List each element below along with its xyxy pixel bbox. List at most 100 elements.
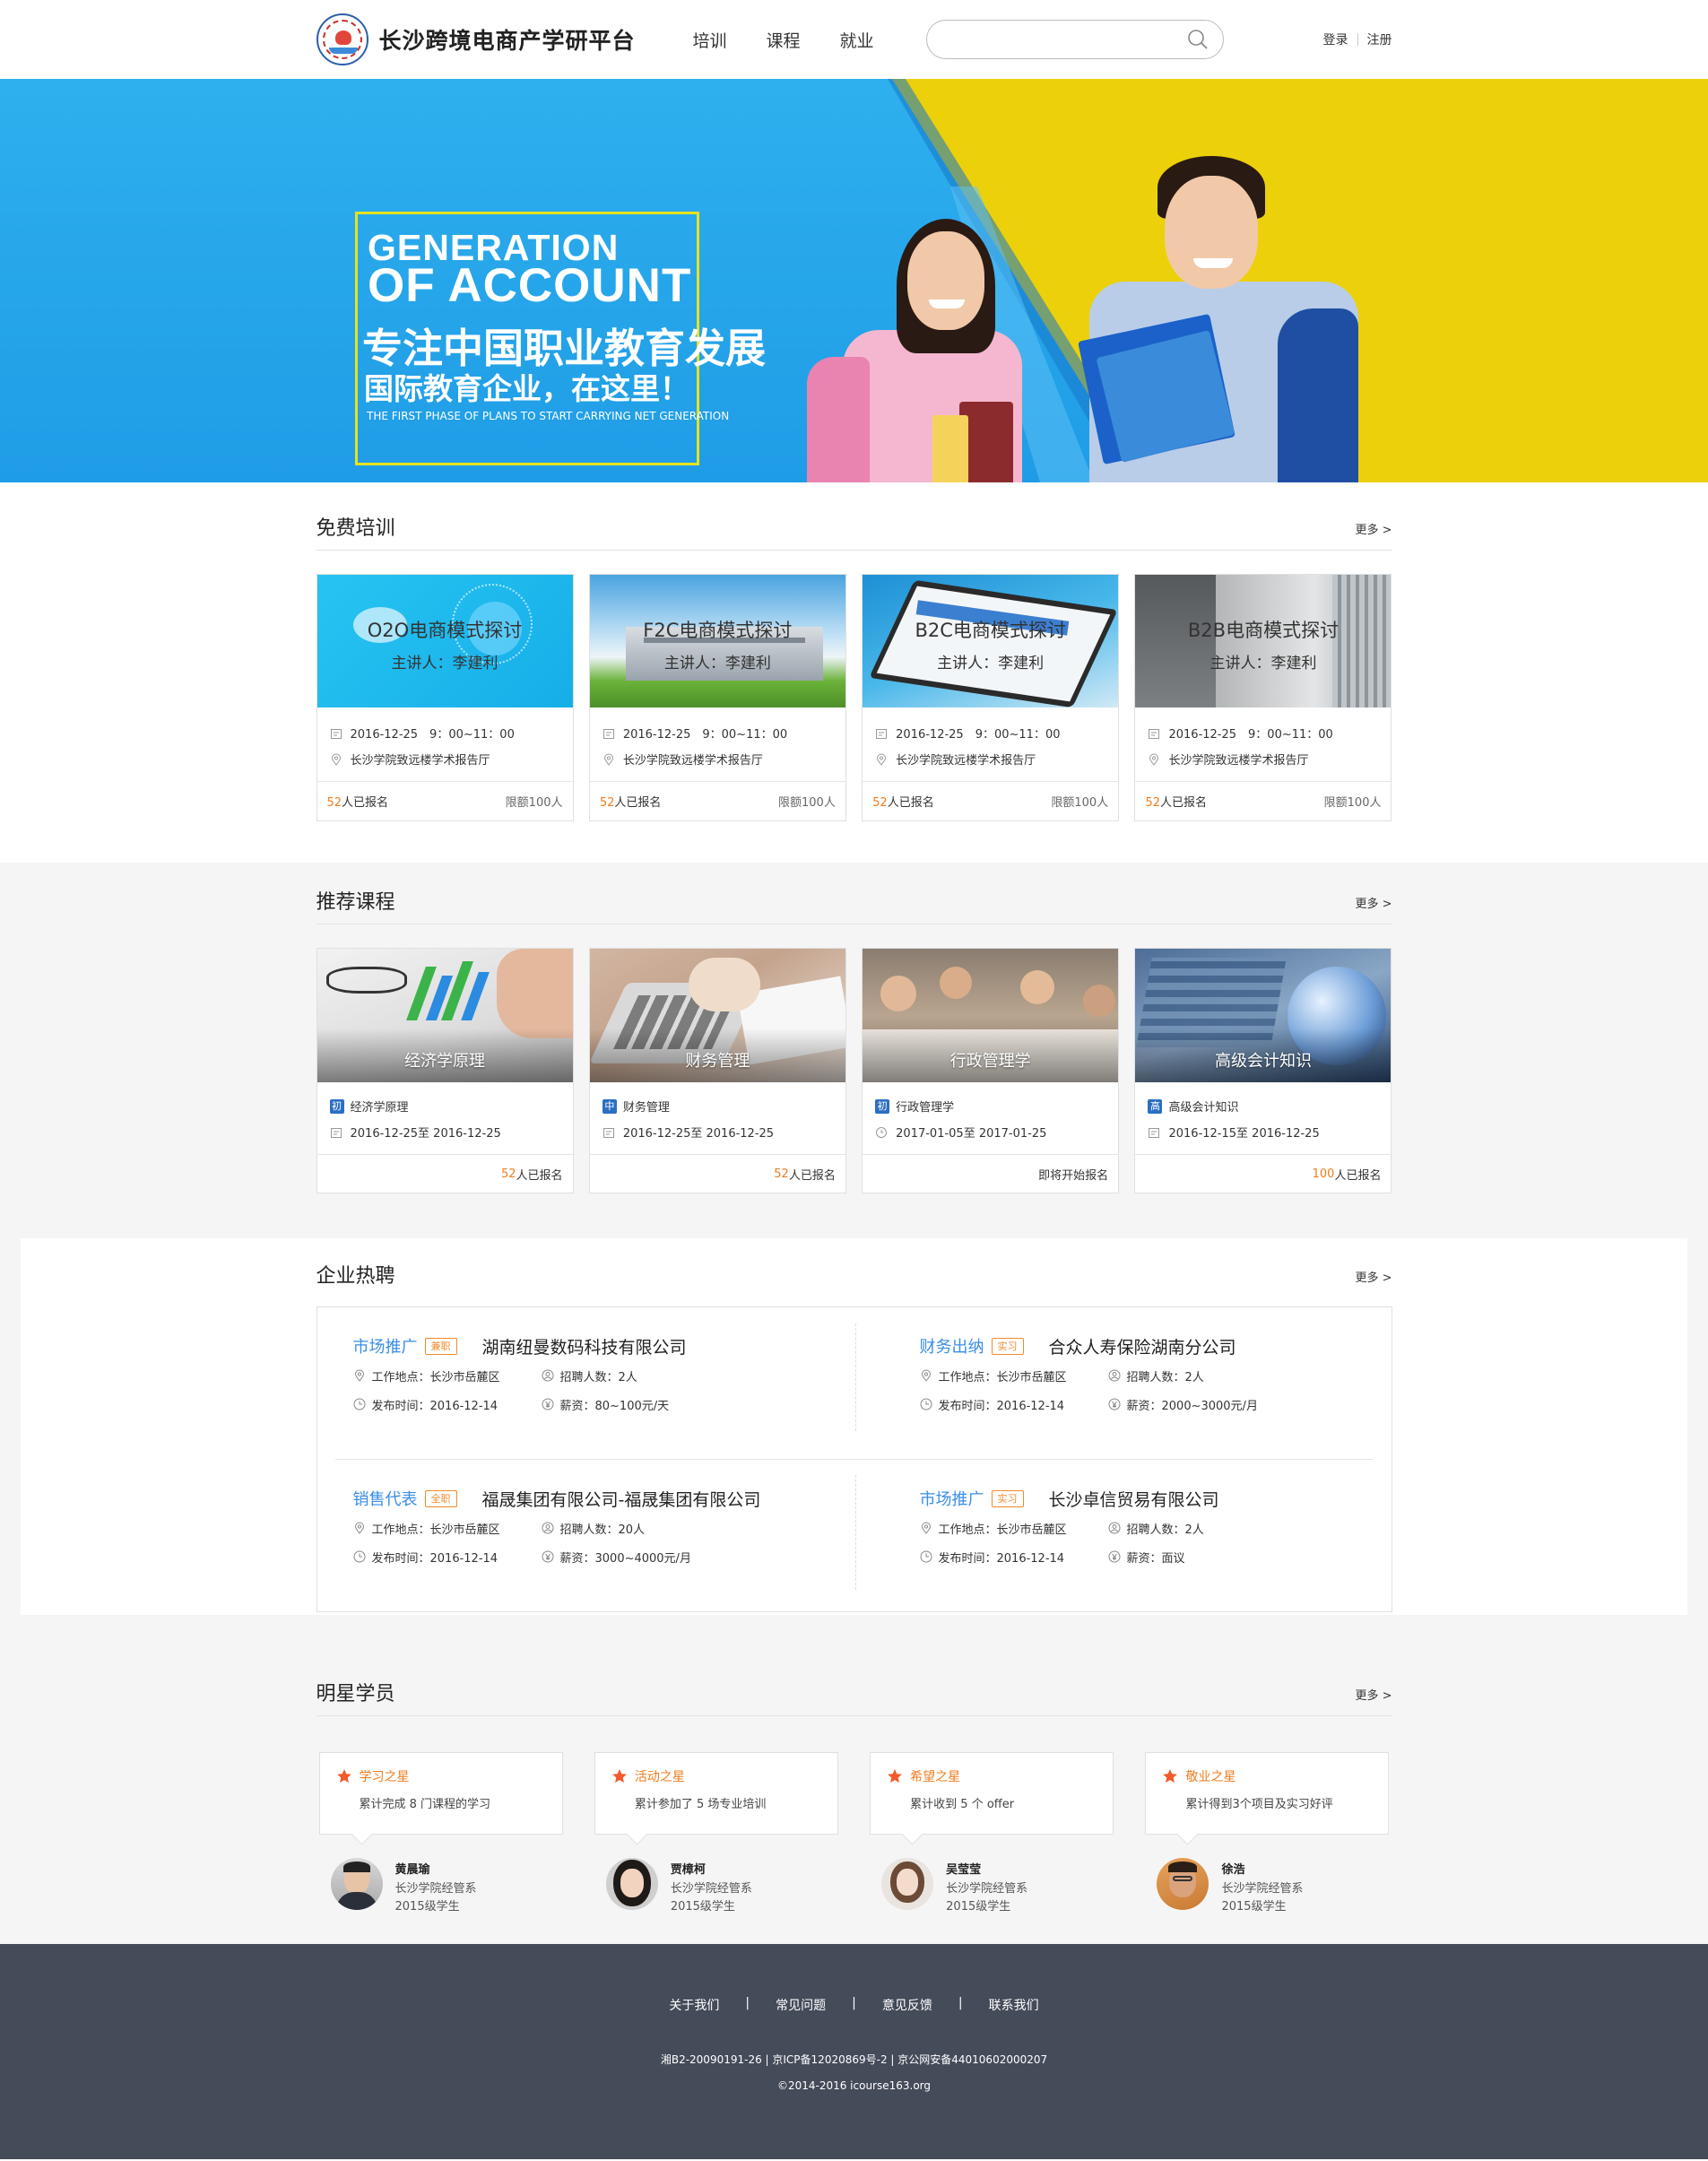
training-limit: 限额100人 bbox=[1323, 796, 1382, 810]
star-student[interactable]: 学习之星 累计完成 8 门课程的学习 黄晨瑜 长沙学院经管系 2015级学生 bbox=[318, 1752, 563, 1916]
banner-heading-2: OF ACCOUNT bbox=[368, 259, 692, 312]
star-grade: 2015级学生 bbox=[946, 1900, 1011, 1914]
star-student[interactable]: 希望之星 累计收到 5 个 offer 吴莹莹 长沙学院经管系 2015级学生 bbox=[870, 1752, 1114, 1916]
job-company[interactable]: 长沙卓信贸易有限公司 bbox=[1049, 1487, 1219, 1511]
avatar[interactable] bbox=[1157, 1858, 1209, 1910]
training-place: 长沙学院致远楼学术报告厅 bbox=[1168, 754, 1309, 768]
main-nav: 培训 课程 就业 bbox=[693, 28, 874, 52]
job-location: 工作地点：长沙市岳麓区 bbox=[371, 1523, 500, 1537]
auth-links: 登录 注册 bbox=[1323, 30, 1392, 48]
stars-title: 明星学员 bbox=[316, 1683, 395, 1705]
stars-more-link[interactable]: 更多 > bbox=[1355, 1686, 1392, 1706]
location-icon bbox=[603, 753, 613, 766]
yen-icon bbox=[542, 1398, 553, 1410]
login-link[interactable]: 登录 bbox=[1323, 30, 1348, 48]
clock-icon bbox=[920, 1398, 932, 1410]
courses-more-link[interactable]: 更多 > bbox=[1355, 894, 1392, 915]
footer-license: 湘B2-20090191-26 | 京ICP备12020869号-2 | 京公网… bbox=[660, 2053, 1048, 2066]
training-time: 2016-12-25 9：00~11：00 bbox=[896, 728, 1061, 742]
job-item[interactable]: 市场推广 兼职 湖南纽曼数码科技有限公司 工作地点：长沙市岳麓区 招聘人数：2人… bbox=[353, 1334, 819, 1419]
location-icon bbox=[921, 1369, 931, 1382]
jobs-header: 企业热聘 更多 > bbox=[316, 1238, 1392, 1297]
star-school: 长沙学院经管系 bbox=[1221, 1882, 1304, 1896]
training-card[interactable]: F2C电商模式探讨 主讲人：李建利 2016-12-25 9：00~11：00 … bbox=[588, 574, 846, 821]
job-position[interactable]: 市场推广 bbox=[920, 1487, 984, 1510]
location-icon bbox=[1149, 753, 1159, 766]
training-thumb: B2B电商模式探讨 主讲人：李建利 bbox=[1135, 575, 1392, 707]
training-thumb-title: O2O电商模式探讨 bbox=[367, 620, 523, 641]
job-hires: 招聘人数：20人 bbox=[559, 1523, 646, 1537]
nav-training[interactable]: 培训 bbox=[693, 28, 727, 52]
training-card[interactable]: B2C电商模式探讨 主讲人：李建利 2016-12-25 9：00~11：00 … bbox=[862, 574, 1120, 821]
course-level-badge: 初 bbox=[875, 1098, 890, 1114]
nav-jobs[interactable]: 就业 bbox=[840, 28, 874, 52]
hero-banner[interactable]: GENERATION OF ACCOUNT 专注中国职业教育发展 国际教育企业，… bbox=[0, 79, 1708, 482]
course-card[interactable]: 财务管理 中财务管理 2016-12-25至 2016-12-25 52 人已报名 bbox=[588, 948, 846, 1193]
course-thumb-caption: 行政管理学 bbox=[949, 1052, 1031, 1071]
job-item[interactable]: 市场推广 实习 长沙卓信贸易有限公司 工作地点：长沙市岳麓区 招聘人数：2人 发… bbox=[920, 1487, 1386, 1571]
search-box bbox=[925, 20, 1224, 59]
avatar[interactable] bbox=[881, 1858, 934, 1910]
job-date: 发布时间：2016-12-14 bbox=[371, 1399, 499, 1413]
training-limit: 限额100人 bbox=[1051, 796, 1109, 810]
job-position[interactable]: 销售代表 bbox=[353, 1487, 418, 1510]
job-item[interactable]: 财务出纳 实习 合众人寿保险湖南分公司 工作地点：长沙市岳麓区 招聘人数：2人 … bbox=[920, 1334, 1386, 1419]
footer-link-faq[interactable]: 常见问题 bbox=[776, 1996, 826, 2014]
job-position[interactable]: 财务出纳 bbox=[920, 1334, 984, 1358]
avatar[interactable] bbox=[605, 1858, 658, 1910]
nav-courses[interactable]: 课程 bbox=[767, 28, 801, 52]
calendar-icon bbox=[1149, 728, 1160, 739]
training-thumb-host: 主讲人：李建利 bbox=[937, 655, 1045, 673]
training-limit: 限额100人 bbox=[778, 796, 836, 810]
course-card[interactable]: 经济学原理 初经济学原理 2016-12-25至 2016-12-25 52 人已… bbox=[316, 948, 574, 1193]
course-card[interactable]: 高级会计知识 高高级会计知识 2016-12-15至 2016-12-25 10… bbox=[1134, 948, 1392, 1193]
star-school: 长沙学院经管系 bbox=[670, 1882, 752, 1896]
course-thumb: 行政管理学 bbox=[863, 949, 1119, 1082]
training-signups: 52人已报名 bbox=[326, 796, 389, 810]
job-company[interactable]: 湖南纽曼数码科技有限公司 bbox=[482, 1334, 687, 1358]
star-award-title: 敬业之星 bbox=[1185, 1770, 1236, 1784]
jobs-more-link[interactable]: 更多 > bbox=[1355, 1268, 1392, 1289]
search-input[interactable] bbox=[944, 21, 1187, 58]
register-link[interactable]: 注册 bbox=[1367, 30, 1392, 48]
star-name: 吴莹莹 bbox=[946, 1863, 982, 1877]
site-title[interactable]: 长沙跨境电商产学研平台 bbox=[379, 23, 636, 56]
star-student[interactable]: 活动之星 累计参加了 5 场专业培训 贾樟柯 长沙学院经管系 2015级学生 bbox=[594, 1752, 838, 1916]
course-dates: 2016-12-15至 2016-12-25 bbox=[1168, 1127, 1320, 1141]
star-student[interactable]: 敬业之星 累计得到3个项目及实习好评 徐浩 长沙学院经管系 2015级学生 bbox=[1145, 1752, 1390, 1916]
star-icon bbox=[336, 1769, 351, 1783]
training-more-link[interactable]: 更多 > bbox=[1355, 520, 1392, 541]
star-award-title: 活动之星 bbox=[634, 1770, 685, 1784]
job-company[interactable]: 福晟集团有限公司-福晟集团有限公司 bbox=[482, 1487, 761, 1511]
star-award-title: 希望之星 bbox=[910, 1770, 961, 1784]
jobs-list: 市场推广 兼职 湖南纽曼数码科技有限公司 工作地点：长沙市岳麓区 招聘人数：2人… bbox=[316, 1306, 1392, 1612]
footer-link-about[interactable]: 关于我们 bbox=[669, 1996, 719, 2014]
course-name: 高级会计知识 bbox=[1168, 1101, 1239, 1115]
course-level-badge: 高 bbox=[1148, 1098, 1163, 1114]
course-card[interactable]: 行政管理学 初行政管理学 2017-01-05至 2017-01-25 即将开始… bbox=[862, 948, 1120, 1193]
course-dates: 2016-12-25至 2016-12-25 bbox=[350, 1127, 501, 1141]
job-position[interactable]: 市场推广 bbox=[353, 1334, 418, 1358]
footer-link-feedback[interactable]: 意见反馈 bbox=[882, 1996, 932, 2014]
job-item[interactable]: 销售代表 全职 福晟集团有限公司-福晟集团有限公司 工作地点：长沙市岳麓区 招聘… bbox=[353, 1487, 819, 1571]
job-company[interactable]: 合众人寿保险湖南分公司 bbox=[1049, 1334, 1236, 1358]
calendar-icon bbox=[330, 728, 342, 739]
training-card[interactable]: B2B电商模式探讨 主讲人：李建利 2016-12-25 9：00~11：00 … bbox=[1134, 574, 1392, 821]
clock-icon bbox=[920, 1550, 932, 1563]
banner-slogan: 专注中国职业教育发展 bbox=[362, 325, 767, 372]
clock-icon bbox=[353, 1550, 365, 1563]
training-card[interactable]: O2O电商模式探讨 主讲人：李建利 2016-12-25 9：00~11：00 … bbox=[316, 574, 574, 821]
footer-link-contact[interactable]: 联系我们 bbox=[989, 1996, 1039, 2014]
site-logo[interactable] bbox=[316, 13, 368, 65]
star-grade: 2015级学生 bbox=[394, 1900, 460, 1914]
star-award-card: 希望之星 累计收到 5 个 offer bbox=[870, 1752, 1114, 1835]
job-date: 发布时间：2016-12-14 bbox=[938, 1399, 1065, 1413]
training-section: 免费培训 更多 > O2O电商模式探讨 主讲人：李建利 2016-12-25 9… bbox=[0, 482, 1708, 863]
course-name: 财务管理 bbox=[622, 1101, 670, 1115]
course-signups: 52 人已报名 bbox=[774, 1167, 836, 1183]
star-name: 贾樟柯 bbox=[670, 1863, 706, 1877]
jobs-divider-h bbox=[334, 1459, 1374, 1460]
search-icon[interactable] bbox=[1187, 29, 1209, 50]
user-icon bbox=[542, 1522, 553, 1534]
avatar[interactable] bbox=[330, 1858, 383, 1910]
